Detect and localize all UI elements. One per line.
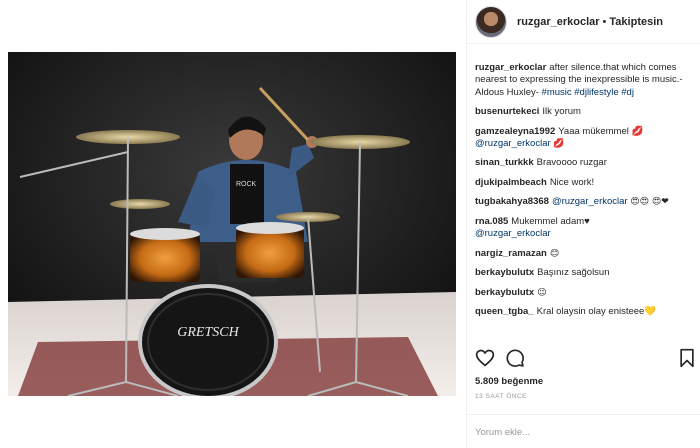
- svg-text:ROCK: ROCK: [236, 181, 257, 188]
- list-item: berkaybulutx 😉: [475, 287, 697, 299]
- following-status[interactable]: Takiptesin: [609, 16, 663, 28]
- header-separator: •: [602, 15, 607, 28]
- bookmark-icon[interactable]: [677, 348, 697, 368]
- comment-username[interactable]: tugbakahya8368: [475, 196, 549, 207]
- list-item: queen_tgba_ Kral olaysin olay enisteee💛: [475, 306, 697, 318]
- add-comment-section: [467, 414, 700, 448]
- post-header: ruzgar_erkoclar • Takiptesin: [467, 0, 700, 44]
- list-item: berkaybulutx Başınız sağolsun: [475, 267, 697, 279]
- comment-username[interactable]: berkaybulutx: [475, 287, 534, 298]
- drum-brand-logo: GRETSCH: [177, 325, 239, 340]
- comment-text: Mukemmel adam♥: [511, 215, 590, 227]
- comment-mention[interactable]: @ruzgar_erkoclar: [475, 138, 551, 149]
- instagram-post: ROCK GRETSCH ruzgar_erkoclar • Takiptesi…: [0, 0, 700, 448]
- comment-username[interactable]: sinan_turkkk: [475, 157, 534, 168]
- post-photo[interactable]: ROCK GRETSCH: [8, 52, 456, 396]
- caption-username[interactable]: ruzgar_erkoclar: [475, 62, 546, 73]
- comment-username[interactable]: berkaybulutx: [475, 267, 534, 278]
- drummer-image: ROCK GRETSCH: [8, 52, 456, 396]
- post-actions: [475, 348, 697, 372]
- list-item: tugbakahya8368 @ruzgar_erkoclar 😍😍 😍❤: [475, 196, 697, 208]
- author-username[interactable]: ruzgar_erkoclar: [517, 16, 600, 28]
- photo-area: ROCK GRETSCH: [0, 0, 456, 448]
- list-item: rna.085 Mukemmel adam♥ @ruzgar_erkoclar: [475, 216, 697, 241]
- list-item: nargiz_ramazan 😊: [475, 248, 697, 260]
- comment-text: Ilk yorum: [542, 106, 581, 118]
- heart-icon[interactable]: [475, 348, 495, 368]
- comment-text: 😉: [537, 287, 547, 298]
- comment-mention[interactable]: @ruzgar_erkoclar: [552, 196, 628, 207]
- list-item: busenurtekeci Ilk yorum: [475, 106, 697, 118]
- caption-hashtags[interactable]: #music #djlifestyle #dj: [542, 87, 634, 98]
- comment-username[interactable]: djukipalmbeach: [475, 177, 547, 188]
- comment-text: Kral olaysin olay enisteee💛: [536, 306, 657, 318]
- comment-username[interactable]: busenurtekeci: [475, 106, 539, 117]
- comment-text: 😊: [549, 248, 560, 259]
- comment-input[interactable]: [475, 425, 675, 439]
- comment-username[interactable]: queen_tgba_: [475, 306, 534, 317]
- like-count[interactable]: 5.809 beğenme: [475, 376, 543, 387]
- comment-text: Başınız sağolsun: [537, 267, 610, 279]
- comment-username[interactable]: rna.085: [475, 216, 508, 227]
- list-item: sinan_turkkk Bravoooo ruzgar: [475, 157, 697, 169]
- comment-username[interactable]: gamzealeyna1992: [475, 126, 555, 137]
- comments-list[interactable]: ruzgar_erkoclar after silence.that which …: [475, 62, 697, 342]
- comment-emoji: 💋: [553, 138, 565, 149]
- post-timestamp: 13 SAAT ÖNCE: [475, 393, 527, 400]
- post-side-panel: ruzgar_erkoclar • Takiptesin ruzgar_erko…: [466, 0, 700, 448]
- comment-text: Yaaa mükemmel 💋: [558, 125, 644, 137]
- comment-username[interactable]: nargiz_ramazan: [475, 248, 547, 259]
- comment-text: Bravoooo ruzgar: [536, 157, 607, 169]
- comment-bubble-icon[interactable]: [505, 348, 525, 368]
- comment-emoji: 😍😍 😍❤: [630, 197, 669, 208]
- list-item: gamzealeyna1992 Yaaa mükemmel 💋 @ruzgar_e…: [475, 126, 697, 151]
- avatar[interactable]: [475, 5, 507, 38]
- comment-mention[interactable]: @ruzgar_erkoclar: [475, 228, 551, 239]
- comment-text: Nice work!: [549, 176, 595, 188]
- caption: ruzgar_erkoclar after silence.that which …: [475, 62, 697, 99]
- list-item: djukipalmbeach Nice work!: [475, 177, 697, 189]
